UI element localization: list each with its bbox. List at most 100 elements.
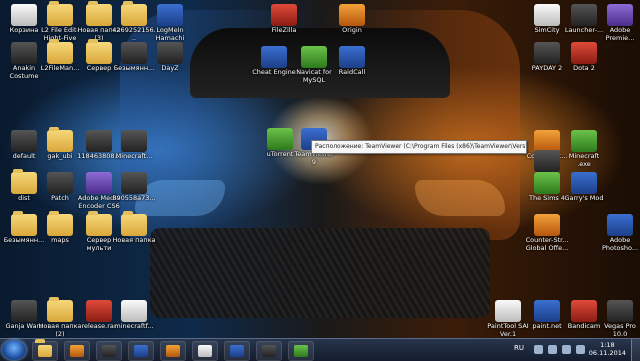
desktop-icon-label: Minecraft .exe [568, 152, 600, 168]
taskbar-button[interactable] [32, 341, 58, 361]
cheat-engine-icon [261, 46, 287, 68]
raidcall-icon [339, 46, 365, 68]
hamachi-icon [157, 4, 183, 26]
garrysmod-icon [571, 172, 597, 194]
taskbar-button[interactable] [64, 341, 90, 361]
desktop-icon[interactable]: Counter-Str... Global Offe... [525, 214, 569, 252]
skype-icon [134, 345, 148, 357]
premiere-icon [607, 4, 633, 26]
payday-icon [534, 42, 560, 64]
filezilla-icon [271, 4, 297, 26]
clock[interactable]: 1:18 06.11.2014 [589, 341, 626, 357]
desktop-icon[interactable]: Minecraft... [112, 130, 156, 161]
desktop-icon[interactable]: Garry's Mod [562, 172, 606, 203]
desktop-icon[interactable]: RaidCall [330, 46, 374, 77]
clock-date: 06.11.2014 [588, 349, 626, 357]
desktop-icon[interactable]: maps [38, 211, 82, 245]
desktop-icon[interactable]: gak_ubi [38, 127, 82, 161]
folder-icon [121, 1, 147, 26]
desktop-icon[interactable]: Cheat Engine [252, 46, 296, 77]
desktop-icon[interactable]: Новая папка [112, 211, 156, 245]
desktop-icon[interactable]: L2 File Edit-Hight-Five [38, 1, 82, 42]
gta-icon [534, 150, 560, 172]
wallpaper-grille [150, 228, 490, 318]
wallpaper-headlight [415, 180, 505, 216]
desktop-icon-label: RaidCall [338, 68, 366, 76]
taskbar: RU 1:18 06.11.2014 [0, 338, 640, 361]
desktop-icon-label: Новая папка [112, 236, 156, 244]
monitor-icon [230, 345, 244, 357]
dota-icon [571, 42, 597, 64]
taskbar-button[interactable] [224, 341, 250, 361]
taskbar-button[interactable] [192, 341, 218, 361]
taskbar-button[interactable] [96, 341, 122, 361]
paintnet-icon [534, 300, 560, 322]
taskbar-button[interactable] [160, 341, 186, 361]
folder-icon [11, 211, 37, 236]
show-desktop-button[interactable] [631, 339, 640, 361]
utorrent-icon [267, 128, 293, 150]
flag-icon[interactable] [576, 345, 585, 354]
tray-arrow-icon[interactable] [534, 345, 543, 354]
desktop-icon[interactable]: Minecraft .exe [562, 130, 606, 168]
desktop-icon[interactable]: Adobe Photosho... [598, 214, 640, 252]
taskbar-button[interactable] [288, 341, 314, 361]
folder-icon [47, 211, 73, 236]
origin-icon [339, 4, 365, 26]
steam-icon [102, 345, 116, 357]
desktop-icon[interactable]: FileZilla [262, 4, 306, 35]
folder-icon [121, 211, 147, 236]
desktop-icon-label: Patch [51, 194, 69, 202]
desktop-icon[interactable]: PaintTool SAI Ver.1 [486, 300, 530, 338]
tooltip: Расположение: TeamViewer (C:\Program Fil… [311, 140, 527, 154]
desktop-icon-label: Adobe Premie... [605, 26, 635, 42]
desktop-icon[interactable]: 890558a73... [112, 172, 156, 203]
desktop-icon-label: maps [51, 236, 69, 244]
recycle-bin-icon [11, 4, 37, 26]
network-icon[interactable] [548, 345, 557, 354]
media-encoder-icon [86, 172, 112, 194]
language-indicator[interactable]: RU [514, 344, 524, 352]
photoshop-icon [607, 214, 633, 236]
desktop-icon-label: DayZ [161, 64, 179, 72]
desktop-icon-label: gak_ubi [47, 152, 73, 160]
desktop-icon[interactable]: Adobe Premie... [598, 4, 640, 42]
explorer-icon [38, 345, 52, 357]
clock-time: 1:18 [600, 341, 615, 349]
desktop-icon-label: LogMeIn Hamachi [155, 26, 185, 42]
desktop-icon[interactable]: L2FileMan... [38, 39, 82, 73]
desktop-icon[interactable]: Origin [330, 4, 374, 35]
launcher-icon [571, 4, 597, 26]
desktop-icon[interactable]: LogMeIn Hamachi [148, 4, 192, 42]
folder-icon [47, 297, 73, 322]
desktop-icon-label: Origin [342, 26, 362, 34]
volume-icon[interactable] [562, 345, 571, 354]
dayz-icon [157, 42, 183, 64]
image-icon [11, 42, 37, 64]
file-icon [11, 130, 37, 152]
desktop-icon[interactable]: Vegas Pro 10.0 [598, 300, 640, 338]
start-button[interactable] [2, 340, 26, 360]
navicat-icon [301, 46, 327, 68]
desktop-icon[interactable]: minecraftf... [112, 300, 156, 331]
desktop-icon-label: 890558a73... [112, 194, 156, 202]
taskbar-button[interactable] [256, 341, 282, 361]
desktop-icon[interactable]: Patch [38, 172, 82, 203]
bandicam-icon [571, 300, 597, 322]
folder-icon [47, 39, 73, 64]
file-icon [121, 300, 147, 322]
desktop-icon-label: Garry's Mod [564, 194, 604, 202]
counter-strike-icon [534, 130, 560, 152]
game-icon [11, 300, 37, 322]
folder-icon [47, 1, 73, 26]
desktop-icon-label: Adobe Photosho... [601, 236, 639, 252]
desktop-icon[interactable]: DayZ [148, 42, 192, 73]
console-icon [262, 345, 276, 357]
desktop-icon[interactable]: Dota 2 [562, 42, 606, 73]
chat-icon [166, 345, 180, 357]
desktop-icon-label: L2 File Edit-Hight-Five [41, 26, 79, 42]
taskbar-button[interactable] [128, 341, 154, 361]
desktop-icon-label: Новая папка (2) [38, 322, 82, 338]
sims-icon [534, 172, 560, 194]
desktop-icon[interactable]: Новая папка (2) [38, 297, 82, 338]
